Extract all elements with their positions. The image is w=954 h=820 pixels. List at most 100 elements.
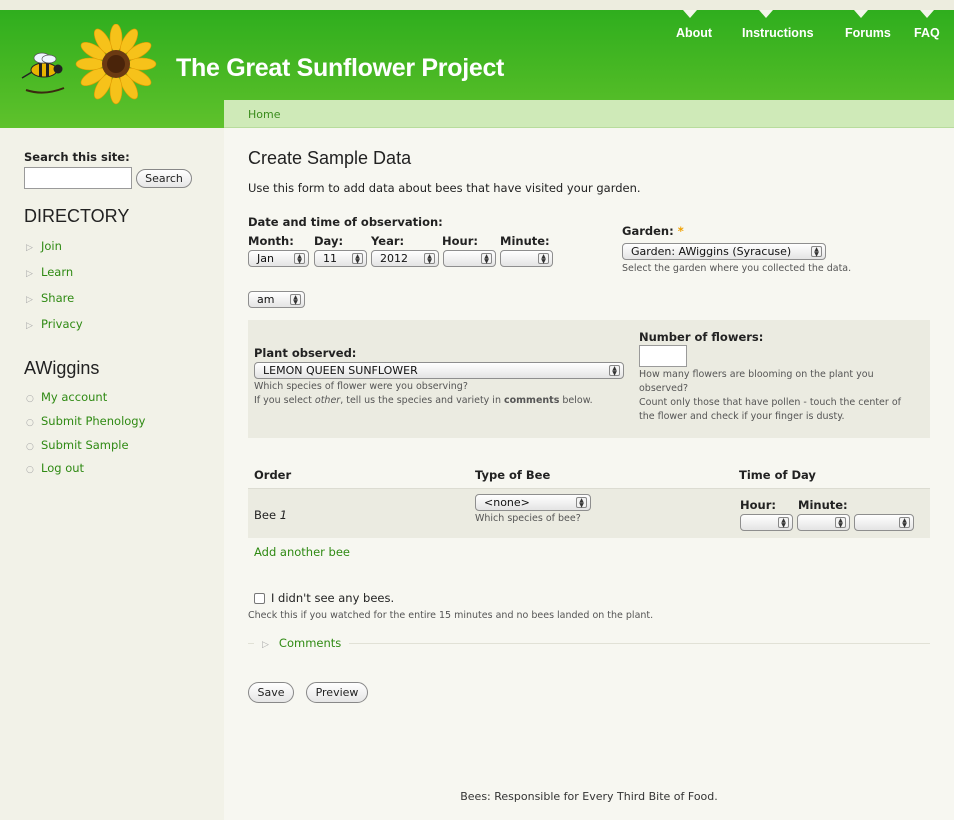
bee-order: Bee 1	[254, 508, 288, 522]
select-arrows-icon: ▲ ▼	[290, 294, 301, 306]
triangle-right-icon: ▷	[26, 321, 33, 331]
flowers-desc-2: observed?	[639, 383, 689, 394]
plant-description-2: If you select other, tell us the species…	[254, 395, 593, 406]
plant-label: Plant observed:	[254, 346, 357, 360]
no-bees-description: Check this if you watched for the entire…	[248, 610, 654, 621]
garden-label: Garden: *	[622, 224, 684, 238]
hour-label: Hour:	[442, 234, 478, 248]
sidebar-item-log-out[interactable]: ○ Log out	[26, 461, 84, 475]
sidebar: Search this site: Search DIRECTORY ▷ Join…	[0, 128, 224, 820]
main-content: Create Sample Data Use this form to add …	[224, 128, 954, 820]
nav-arrow-icon	[854, 10, 868, 18]
plant-select[interactable]: LEMON QUEEN SUNFLOWER ▲ ▼	[254, 362, 624, 379]
comments-toggle[interactable]: ▷ Comments	[254, 636, 350, 650]
save-button[interactable]: Save	[248, 682, 294, 703]
footer-message: Bees: Responsible for Every Third Bite o…	[460, 790, 718, 803]
flowers-desc-3: Count only those that have pollen - touc…	[639, 397, 901, 408]
triangle-right-icon: ▷	[26, 269, 33, 279]
sidebar-item-submit-sample[interactable]: ○ Submit Sample	[26, 438, 129, 452]
bee-type-description: Which species of bee?	[475, 513, 581, 524]
directory-heading: DIRECTORY	[24, 206, 130, 226]
select-arrows-icon: ▲ ▼	[609, 365, 620, 377]
comments-fieldset	[248, 643, 930, 644]
select-arrows-icon: ▲ ▼	[576, 497, 587, 509]
select-arrows-icon: ▲ ▼	[294, 253, 305, 265]
top-nav: About Instructions Forums FAQ	[632, 10, 940, 50]
nav-arrow-icon	[920, 10, 934, 18]
year-label: Year:	[371, 234, 405, 248]
select-arrows-icon: ▲ ▼	[481, 253, 492, 265]
bee-sunflower-logo[interactable]	[18, 24, 168, 114]
nav-about[interactable]: About	[676, 26, 712, 40]
select-arrows-icon: ▲ ▼	[538, 253, 549, 265]
flowers-label: Number of flowers:	[639, 330, 764, 344]
sidebar-item-submit-phenology[interactable]: ○ Submit Phenology	[26, 414, 145, 428]
triangle-right-icon: ▷	[26, 295, 33, 305]
top-strip	[0, 0, 954, 10]
plant-panel: Plant observed: LEMON QUEEN SUNFLOWER ▲ ▼ …	[248, 320, 930, 438]
day-select[interactable]: 11 ▲ ▼	[314, 250, 367, 267]
sidebar-item-learn[interactable]: ▷ Learn	[26, 265, 73, 279]
page-title: Create Sample Data	[248, 148, 412, 168]
bee-ampm-select[interactable]: ▲ ▼	[854, 514, 914, 531]
col-header-order: Order	[254, 468, 292, 482]
hour-select[interactable]: ▲ ▼	[443, 250, 496, 267]
bee-hour-select[interactable]: ▲ ▼	[740, 514, 793, 531]
site-title[interactable]: The Great Sunflower Project	[176, 54, 504, 83]
ampm-select[interactable]: am ▲ ▼	[248, 291, 305, 308]
select-arrows-icon: ▲ ▼	[778, 517, 789, 529]
search-input[interactable]	[24, 167, 132, 189]
bee-hour-label: Hour:	[740, 498, 776, 512]
select-arrows-icon: ▲ ▼	[811, 246, 822, 258]
breadcrumb: Home	[224, 100, 954, 128]
year-select[interactable]: 2012 ▲ ▼	[371, 250, 439, 267]
breadcrumb-home[interactable]: Home	[248, 108, 280, 121]
circle-bullet-icon: ○	[26, 442, 34, 452]
nav-arrow-icon	[759, 10, 773, 18]
no-bees-label[interactable]: I didn't see any bees.	[271, 591, 394, 605]
circle-bullet-icon: ○	[26, 465, 34, 475]
search-button[interactable]: Search	[136, 169, 192, 188]
minute-select[interactable]: ▲ ▼	[500, 250, 553, 267]
minute-label: Minute:	[500, 234, 550, 248]
day-label: Day:	[314, 234, 344, 248]
datetime-label: Date and time of observation:	[248, 215, 443, 229]
plant-description: Which species of flower were you observi…	[254, 381, 468, 392]
garden-select[interactable]: Garden: AWiggins (Syracuse) ▲ ▼	[622, 243, 826, 260]
flowers-desc-1: How many flowers are blooming on the pla…	[639, 369, 874, 380]
nav-instructions[interactable]: Instructions	[742, 26, 814, 40]
nav-faq[interactable]: FAQ	[914, 26, 940, 40]
nav-forums[interactable]: Forums	[845, 26, 891, 40]
search-label: Search this site:	[24, 150, 130, 164]
nav-arrow-icon	[683, 10, 697, 18]
bee-type-select[interactable]: <none> ▲ ▼	[475, 494, 591, 511]
table-row: Bee 1 <none> ▲ ▼ Which species of bee? Hou…	[248, 488, 930, 538]
flowers-input[interactable]	[639, 345, 687, 367]
sidebar-item-my-account[interactable]: ○ My account	[26, 390, 107, 404]
add-another-bee-link[interactable]: Add another bee	[254, 545, 350, 559]
sidebar-item-join[interactable]: ▷ Join	[26, 239, 62, 253]
sidebar-item-privacy[interactable]: ▷ Privacy	[26, 317, 83, 331]
no-bees-checkbox[interactable]	[254, 593, 265, 604]
select-arrows-icon: ▲ ▼	[424, 253, 435, 265]
user-heading: AWiggins	[24, 358, 100, 378]
bee-minute-select[interactable]: ▲ ▼	[797, 514, 850, 531]
select-arrows-icon: ▲ ▼	[899, 517, 910, 529]
col-header-time-of-day: Time of Day	[739, 468, 816, 482]
month-select[interactable]: Jan ▲ ▼	[248, 250, 309, 267]
triangle-right-icon: ▷	[26, 243, 33, 253]
circle-bullet-icon: ○	[26, 394, 34, 404]
preview-button[interactable]: Preview	[306, 682, 368, 703]
bee-minute-label: Minute:	[798, 498, 848, 512]
sidebar-item-share[interactable]: ▷ Share	[26, 291, 74, 305]
col-header-type-of-bee: Type of Bee	[475, 468, 551, 482]
select-arrows-icon: ▲ ▼	[352, 253, 363, 265]
garden-description: Select the garden where you collected th…	[622, 263, 852, 274]
required-marker: *	[677, 224, 684, 238]
flowers-desc-4: the flower and check if your finger is d…	[639, 411, 845, 422]
month-label: Month:	[248, 234, 294, 248]
triangle-right-icon: ▷	[262, 640, 269, 650]
circle-bullet-icon: ○	[26, 418, 34, 428]
intro-text: Use this form to add data about bees tha…	[248, 181, 641, 195]
select-arrows-icon: ▲ ▼	[835, 517, 846, 529]
